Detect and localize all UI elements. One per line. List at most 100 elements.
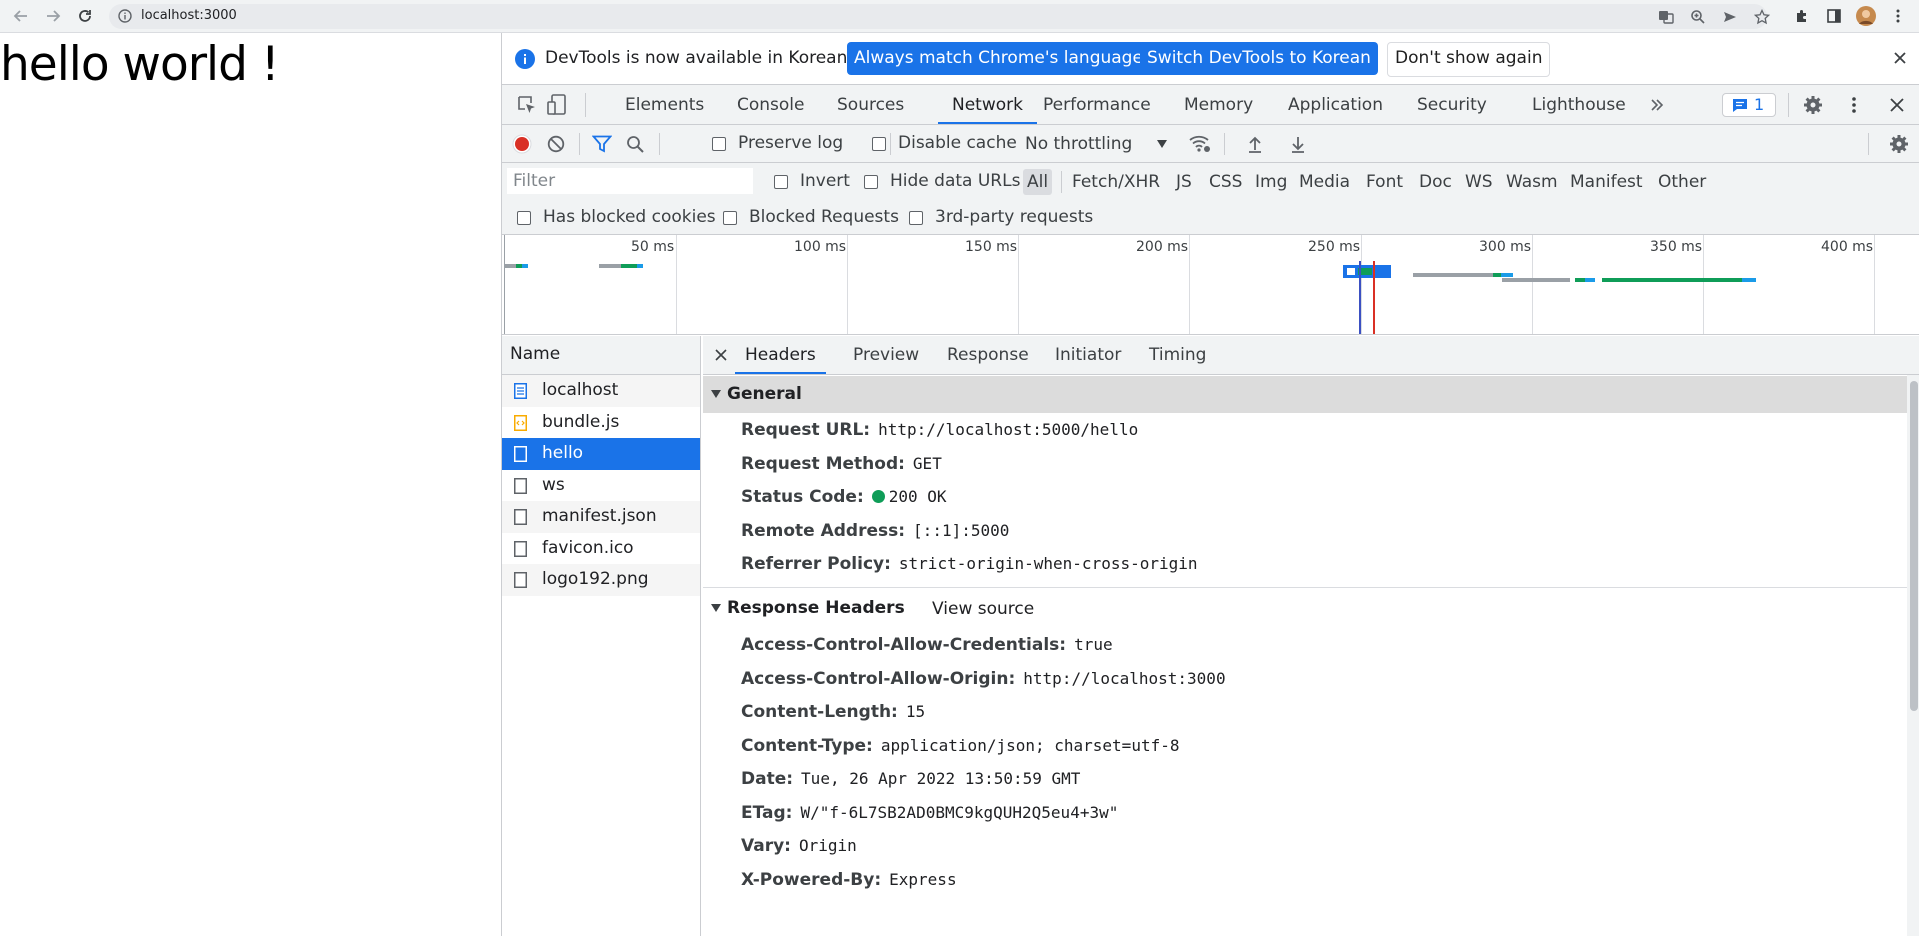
always-match-language-button[interactable]: Always match Chrome's language xyxy=(847,42,1150,75)
network-conditions-icon[interactable] xyxy=(1188,134,1212,154)
filter-type-wasm[interactable]: Wasm xyxy=(1504,169,1560,195)
switch-to-korean-button[interactable]: Switch DevTools to Korean xyxy=(1140,42,1378,75)
general-row-status-code: Status Code: 200 OK xyxy=(741,487,947,507)
tick-line xyxy=(1874,235,1875,334)
tab-headers[interactable]: Headers xyxy=(735,336,826,374)
response-headers-section-header[interactable]: Response Headers xyxy=(703,590,1907,627)
header-value: http://localhost:3000 xyxy=(1023,669,1226,688)
dropdown-arrow-icon[interactable] xyxy=(1157,140,1167,148)
tab-memory[interactable]: Memory xyxy=(1184,85,1253,124)
filter-icon[interactable] xyxy=(592,135,612,153)
name-column-header[interactable]: Name xyxy=(502,336,700,375)
request-row-bundle-js[interactable]: bundle.js xyxy=(502,407,700,439)
request-row-ws[interactable]: ws xyxy=(502,470,700,502)
record-icon[interactable] xyxy=(512,134,532,154)
filter-input[interactable] xyxy=(507,168,753,194)
general-row-request-method: Request Method: GET xyxy=(741,454,942,474)
filter-type-other[interactable]: Other xyxy=(1656,169,1708,195)
tab-initiator[interactable]: Initiator xyxy=(1055,336,1121,374)
more-vert-icon[interactable] xyxy=(1846,95,1862,115)
separator xyxy=(1061,171,1062,193)
profile-avatar[interactable] xyxy=(1855,5,1877,27)
detail-scrollbar[interactable] xyxy=(1907,375,1919,936)
tick-label: 250 ms xyxy=(1308,239,1361,255)
throttling-select[interactable]: No throttling xyxy=(1025,134,1132,154)
tab-sources[interactable]: Sources xyxy=(837,85,904,124)
invert-checkbox[interactable] xyxy=(774,175,788,189)
filter-type-manifest[interactable]: Manifest xyxy=(1568,169,1645,195)
side-panel-button[interactable] xyxy=(1823,5,1845,27)
import-har-icon[interactable] xyxy=(1247,135,1263,153)
site-info-icon[interactable] xyxy=(118,9,132,23)
file-icon xyxy=(514,477,527,494)
forward-button[interactable] xyxy=(42,5,64,27)
tab-security[interactable]: Security xyxy=(1417,85,1487,124)
filter-type-ws[interactable]: WS xyxy=(1463,169,1495,195)
close-icon[interactable] xyxy=(715,349,727,361)
request-row-localhost[interactable]: localhost xyxy=(502,375,700,407)
tab-network[interactable]: Network xyxy=(938,85,1037,124)
filter-type-media[interactable]: Media xyxy=(1297,169,1352,195)
blocked-requests-checkbox[interactable] xyxy=(723,211,737,225)
header-value: GET xyxy=(912,454,942,473)
address-bar[interactable]: localhost:3000 xyxy=(109,4,1770,29)
request-name: manifest.json xyxy=(542,506,657,526)
clear-icon[interactable] xyxy=(547,135,565,153)
tab-lighthouse[interactable]: Lighthouse xyxy=(1532,85,1626,124)
reload-button[interactable] xyxy=(74,5,96,27)
network-overview[interactable]: 50 ms 100 ms 150 ms 200 ms 250 ms 300 ms… xyxy=(502,235,1919,335)
issues-counter-button[interactable]: 1 xyxy=(1722,93,1776,117)
browser-toolbar: localhost:3000 xyxy=(0,0,1919,33)
tab-response[interactable]: Response xyxy=(947,336,1029,374)
preserve-log-checkbox[interactable] xyxy=(712,137,726,151)
star-icon[interactable] xyxy=(1754,9,1770,25)
inspect-element-icon[interactable] xyxy=(517,95,537,115)
export-har-icon[interactable] xyxy=(1290,135,1306,153)
tab-preview[interactable]: Preview xyxy=(853,336,919,374)
browser-menu-button[interactable] xyxy=(1887,5,1909,27)
more-tabs-icon[interactable] xyxy=(1649,97,1665,113)
filter-type-all[interactable]: All xyxy=(1023,169,1053,195)
filter-type-img[interactable]: Img xyxy=(1253,169,1289,195)
filter-type-doc[interactable]: Doc xyxy=(1417,169,1454,195)
file-icon xyxy=(514,509,527,525)
device-toolbar-icon[interactable] xyxy=(547,94,567,116)
extensions-button[interactable] xyxy=(1791,5,1813,27)
send-icon[interactable] xyxy=(1722,9,1738,25)
section-title: General xyxy=(727,384,802,404)
zoom-icon[interactable] xyxy=(1690,9,1706,25)
section-title: Response Headers xyxy=(727,598,905,618)
tab-application[interactable]: Application xyxy=(1288,85,1383,124)
header-key: Status Code: xyxy=(741,487,864,507)
translate-icon[interactable] xyxy=(1658,9,1674,25)
tab-console[interactable]: Console xyxy=(737,85,805,124)
has-blocked-cookies-checkbox[interactable] xyxy=(517,211,531,225)
separator xyxy=(659,133,660,155)
separator xyxy=(1224,133,1225,155)
settings-gear-icon[interactable] xyxy=(1803,95,1823,115)
close-devtools-icon[interactable] xyxy=(1889,97,1905,113)
request-row-favicon-ico[interactable]: favicon.ico xyxy=(502,533,700,565)
disable-cache-checkbox[interactable] xyxy=(872,137,886,151)
request-row-logo192-png[interactable]: logo192.png xyxy=(502,564,700,596)
close-icon[interactable] xyxy=(1893,51,1907,65)
tab-elements[interactable]: Elements xyxy=(625,85,704,124)
filter-type-font[interactable]: Font xyxy=(1364,169,1405,195)
scrollbar-thumb[interactable] xyxy=(1910,381,1918,711)
tab-performance[interactable]: Performance xyxy=(1043,85,1151,124)
network-settings-icon[interactable] xyxy=(1889,134,1909,154)
back-button[interactable] xyxy=(10,5,32,27)
arrow-left-icon xyxy=(13,10,27,22)
hide-data-urls-checkbox[interactable] xyxy=(864,175,878,189)
tab-timing[interactable]: Timing xyxy=(1149,336,1206,374)
request-row-hello[interactable]: hello xyxy=(502,438,700,470)
search-icon[interactable] xyxy=(626,135,645,154)
general-section-header[interactable]: General xyxy=(703,376,1907,413)
filter-type-fetch-xhr[interactable]: Fetch/XHR xyxy=(1070,169,1162,195)
filter-type-css[interactable]: CSS xyxy=(1207,169,1244,195)
third-party-requests-checkbox[interactable] xyxy=(909,211,923,225)
view-source-link[interactable]: View source xyxy=(932,599,1034,619)
request-row-manifest-json[interactable]: manifest.json xyxy=(502,501,700,533)
filter-type-js[interactable]: JS xyxy=(1174,169,1194,195)
dont-show-again-button[interactable]: Don't show again xyxy=(1387,42,1551,77)
